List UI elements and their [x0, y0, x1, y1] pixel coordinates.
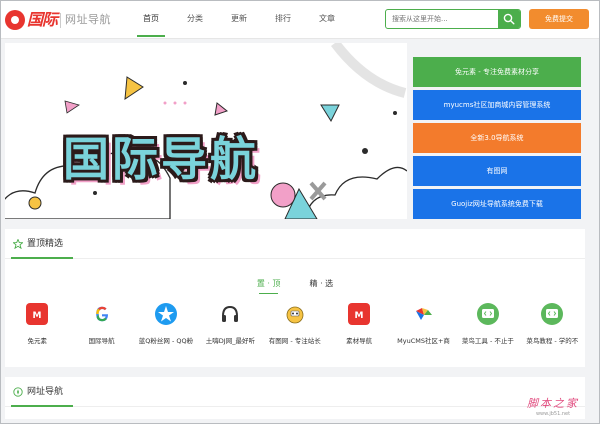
watermark-main: 脚本之家 [527, 397, 579, 410]
site-item[interactable]: 土嗨DJ网_最好听 [198, 303, 262, 345]
search-button[interactable] [498, 10, 520, 28]
main-nav: 首页 分类 更新 排行 文章 [129, 1, 349, 39]
top-picks-panel: 置顶精选 置 · 顶 精 · 选 M 免元素 国际导航 蓝Q粉丝网 - QQ粉 … [5, 229, 585, 367]
site-item[interactable]: 有图网 - 专注站长 [263, 303, 327, 345]
google-g-icon [91, 303, 113, 325]
search-icon [503, 13, 515, 25]
nav-item-articles[interactable]: 文章 [305, 1, 349, 39]
nav-item-category[interactable]: 分类 [173, 1, 217, 39]
picks-tabs: 置 · 顶 精 · 选 [5, 271, 585, 294]
watermark: 脚本之家 www.jb51.net [527, 395, 579, 417]
code-bubble-icon [476, 303, 499, 325]
svg-text:M: M [355, 311, 364, 321]
page: 国际 网址导航 首页 分类 更新 排行 文章 免费提交 [0, 0, 600, 424]
site-name: 菜鸟工具 - 不止于 [461, 337, 514, 345]
web-nav-title: 网址导航 [27, 387, 64, 397]
top-picks-title: 置顶精选 [27, 239, 64, 249]
site-item[interactable]: M 免元素 [5, 303, 69, 345]
nav-item-home[interactable]: 首页 [129, 1, 173, 39]
title-underline [11, 405, 73, 407]
site-item[interactable]: M 素材导航 [327, 303, 391, 345]
side-link-4[interactable]: 有图网 [413, 156, 581, 186]
site-name: 有图网 - 专注站长 [268, 337, 321, 345]
star-icon [13, 239, 23, 249]
m-logo-icon: M [26, 303, 49, 325]
side-link-2[interactable]: myucms社区加商城内容管理系统 [413, 90, 581, 120]
site-name: MyuCMS社区+商 [397, 337, 450, 345]
side-link-5[interactable]: Guojiz网址导航系统免费下载 [413, 189, 581, 219]
tab-featured[interactable]: 精 · 选 [310, 277, 334, 291]
search-input[interactable] [386, 10, 498, 28]
nav-item-updates[interactable]: 更新 [217, 1, 261, 39]
top-picks-header: 置顶精选 [5, 229, 585, 259]
side-links: 免元素 - 专注免费素材分享 myucms社区加商城内容管理系统 全新3.0导航… [413, 57, 581, 222]
site-name: 菜鸟教程 - 学的不 [526, 337, 579, 345]
web-nav-panel: 网址导航 [5, 377, 585, 419]
site-name: 土嗨DJ网_最好听 [205, 337, 255, 345]
site-item[interactable]: MyuCMS社区+商 [391, 303, 455, 345]
site-item[interactable]: 菜鸟教程 - 学的不 [520, 303, 584, 345]
logo-sub-text: 网址导航 [65, 13, 111, 26]
nav-item-ranking[interactable]: 排行 [261, 1, 305, 39]
hero-banner[interactable]: 国际导航 [5, 43, 407, 219]
myu-logo-icon [413, 303, 435, 325]
site-item[interactable]: 菜鸟工具 - 不止于 [456, 303, 520, 345]
star-badge-icon [154, 303, 177, 325]
svg-text:M: M [33, 311, 42, 321]
submit-site-button[interactable]: 免费提交 [529, 9, 589, 29]
site-grid: M 免元素 国际导航 蓝Q粉丝网 - QQ粉 土嗨DJ网_最好听 有图网 - 专… [5, 303, 585, 345]
mascot-icon [284, 303, 306, 325]
site-name: 国际导航 [88, 337, 115, 345]
m-logo-icon: M [348, 303, 371, 325]
side-link-1[interactable]: 免元素 - 专注免费素材分享 [413, 57, 581, 87]
web-nav-header: 网址导航 [5, 377, 585, 407]
tab-pinned[interactable]: 置 · 顶 [257, 277, 280, 294]
headphones-icon [219, 303, 241, 325]
site-item[interactable]: 国际导航 [69, 303, 133, 345]
title-underline [11, 257, 73, 259]
code-bubble-icon [541, 303, 564, 325]
side-link-3[interactable]: 全新3.0导航系统 [413, 123, 581, 153]
site-name: 蓝Q粉丝网 - QQ粉 [138, 337, 194, 345]
logo-divider [60, 13, 61, 28]
logo-mark-icon [5, 10, 25, 30]
search-box [385, 9, 521, 29]
site-name: 素材导航 [346, 337, 373, 345]
compass-icon [13, 387, 23, 397]
watermark-url: www.jb51.net [535, 411, 571, 417]
top-header: 国际 网址导航 首页 分类 更新 排行 文章 免费提交 [1, 1, 599, 39]
banner-title: 国际导航 [63, 132, 259, 186]
site-name: 免元素 [27, 337, 47, 345]
logo-main-text: 国际 [27, 10, 58, 29]
site-item[interactable]: 蓝Q粉丝网 - QQ粉 [134, 303, 198, 345]
site-logo[interactable]: 国际 网址导航 [5, 9, 111, 31]
